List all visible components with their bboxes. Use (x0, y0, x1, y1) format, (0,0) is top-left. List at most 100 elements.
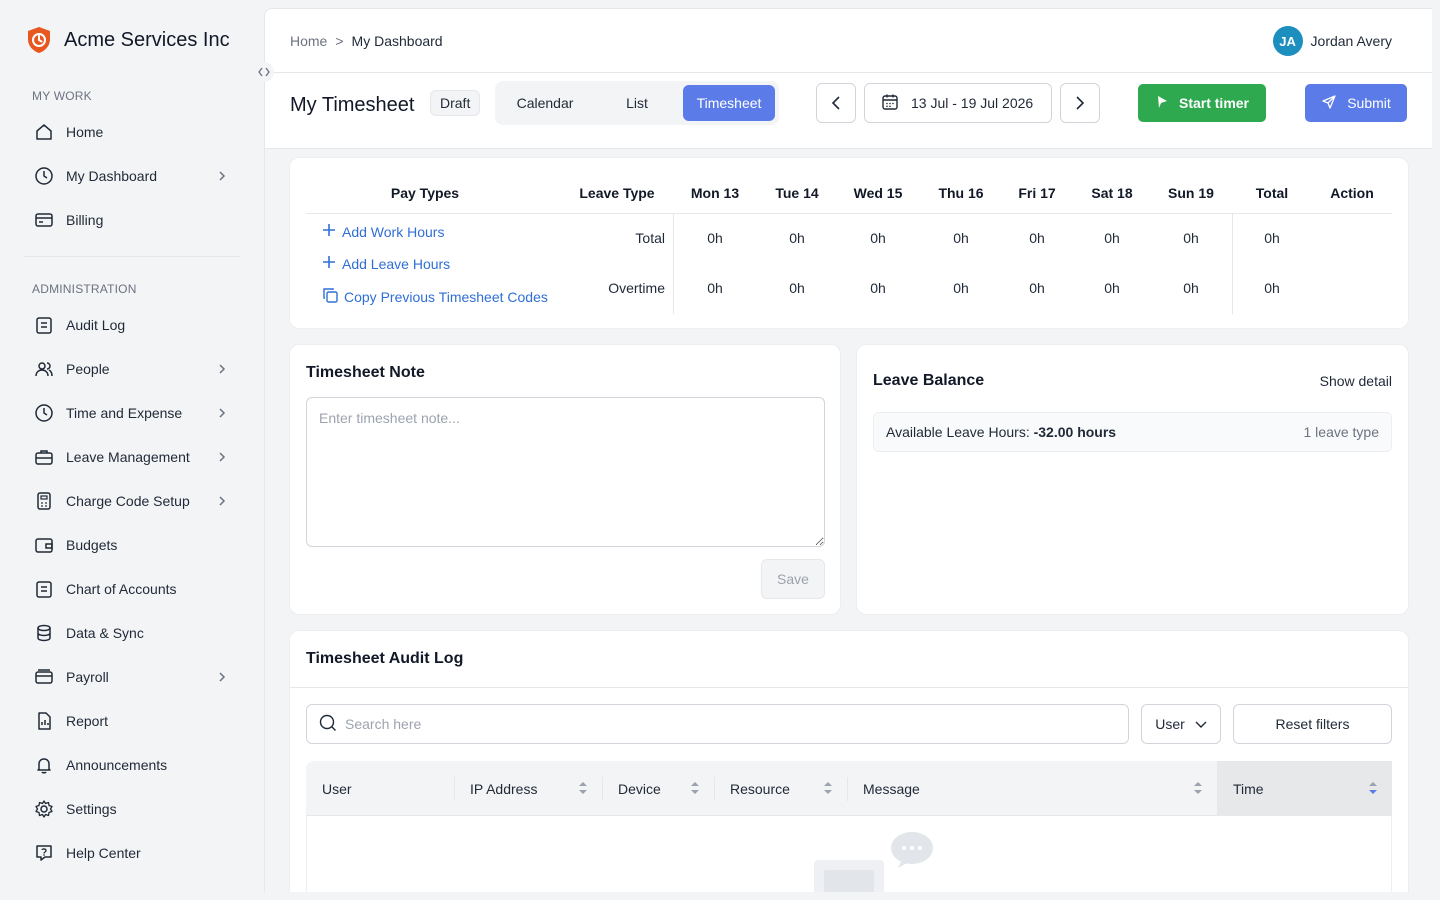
collapse-toggle-icon[interactable] (254, 62, 274, 82)
hours-cell[interactable]: 0h (1082, 280, 1142, 296)
add-work-hours-link[interactable]: Add Work Hours (322, 223, 444, 240)
chevron-right-icon (212, 359, 232, 379)
start-timer-button[interactable]: Start timer (1138, 84, 1266, 122)
add-leave-hours-link[interactable]: Add Leave Hours (322, 255, 450, 272)
avatar: JA (1272, 26, 1303, 56)
hours-cell[interactable]: 0h (1007, 280, 1067, 296)
plus-icon (322, 223, 336, 240)
sort-icon[interactable] (823, 781, 833, 798)
help-icon (34, 843, 54, 863)
hours-cell[interactable]: 0h (848, 230, 908, 246)
sidebar-item-announcements[interactable]: Announcements (24, 745, 240, 785)
sidebar-item-budgets[interactable]: Budgets (24, 525, 240, 565)
sidebar-item-people[interactable]: People (24, 349, 240, 389)
column-label: IP Address (470, 780, 538, 797)
search-input[interactable] (345, 716, 1105, 732)
hours-cell[interactable]: 0h (685, 280, 745, 296)
section-title-my-work: MY WORK (32, 89, 92, 103)
column-device[interactable]: Device (602, 761, 714, 816)
hours-cell[interactable]: 0h (931, 230, 991, 246)
wallet-icon (34, 535, 54, 555)
sort-icon[interactable] (578, 781, 588, 798)
save-note-button[interactable]: Save (761, 559, 825, 599)
sort-icon[interactable] (1368, 781, 1378, 798)
user-menu[interactable]: JA Jordan Avery (1272, 26, 1392, 56)
page-title: My Timesheet (290, 94, 415, 116)
sidebar-item-time-and-expense[interactable]: Time and Expense (24, 393, 240, 433)
audit-table-body (306, 816, 1392, 892)
brand[interactable]: Acme Services Inc (26, 26, 230, 54)
audit-divider (290, 687, 1408, 688)
date-range-picker[interactable]: 13 Jul - 19 Jul 2026 (864, 83, 1052, 123)
billing-icon (34, 210, 54, 230)
header-day: Wed 15 (853, 185, 903, 201)
submit-button[interactable]: Submit (1305, 84, 1407, 122)
sidebar: Acme Services Inc MY WORK Home My Dashbo… (0, 0, 274, 900)
column-user[interactable]: User (306, 761, 454, 816)
timesheet-toolbar: My Timesheet Draft Calendar List Timeshe… (265, 73, 1432, 149)
breadcrumb-separator: > (335, 33, 344, 49)
sort-icon[interactable] (1193, 781, 1203, 798)
shield-logo-icon (26, 26, 52, 54)
breadcrumb-current: My Dashboard (351, 33, 443, 49)
column-time[interactable]: Time (1217, 761, 1392, 816)
next-week-button[interactable] (1060, 83, 1100, 123)
sidebar-item-label: Leave Management (66, 449, 190, 465)
header-divider (306, 213, 1392, 214)
report-icon (34, 711, 54, 731)
sidebar-item-charge-code-setup[interactable]: Charge Code Setup (24, 481, 240, 521)
show-detail-link[interactable]: Show detail (1320, 373, 1392, 389)
sidebar-item-chart-of-accounts[interactable]: Chart of Accounts (24, 569, 240, 609)
sidebar-item-audit-log[interactable]: Audit Log (24, 305, 240, 345)
hours-cell[interactable]: 0h (685, 230, 745, 246)
audit-table-header: User IP Address Device Resource Message (306, 761, 1392, 816)
user-filter-label: User (1155, 716, 1185, 732)
hours-cell[interactable]: 0h (1007, 230, 1067, 246)
plus-icon (322, 255, 336, 272)
clipboard-icon (34, 579, 54, 599)
hours-cell[interactable]: 0h (767, 280, 827, 296)
sidebar-item-billing[interactable]: Billing (24, 200, 240, 240)
payroll-icon (34, 667, 54, 687)
hours-cell[interactable]: 0h (1161, 230, 1221, 246)
sidebar-item-label: Payroll (66, 669, 109, 685)
sort-icon[interactable] (690, 781, 700, 798)
sidebar-item-my-dashboard[interactable]: My Dashboard (24, 156, 240, 196)
timesheet-note-input[interactable] (306, 397, 825, 547)
column-message[interactable]: Message (847, 761, 1217, 816)
hours-cell[interactable]: 0h (848, 280, 908, 296)
tab-list[interactable]: List (591, 85, 683, 121)
column-resource[interactable]: Resource (714, 761, 847, 816)
copy-previous-codes-link[interactable]: Copy Previous Timesheet Codes (322, 287, 548, 306)
column-ip-address[interactable]: IP Address (454, 761, 602, 816)
breadcrumb-home[interactable]: Home (290, 33, 327, 49)
total-cell: 0h (1264, 230, 1280, 246)
header-action: Action (1330, 185, 1374, 201)
breadcrumb: Home > My Dashboard (290, 33, 443, 49)
row-label-overtime: Overtime (608, 280, 665, 296)
clock-icon (34, 166, 54, 186)
tab-timesheet[interactable]: Timesheet (683, 85, 775, 121)
previous-week-button[interactable] (816, 83, 856, 123)
user-filter-select[interactable]: User (1141, 704, 1221, 744)
available-leave-value: -32.00 hours (1033, 424, 1117, 440)
hours-cell[interactable]: 0h (767, 230, 827, 246)
briefcase-icon (34, 447, 54, 467)
sidebar-item-leave-management[interactable]: Leave Management (24, 437, 240, 477)
database-icon (34, 623, 54, 643)
audit-search[interactable] (306, 704, 1129, 744)
hours-cell[interactable]: 0h (1161, 280, 1221, 296)
hours-cell[interactable]: 0h (931, 280, 991, 296)
submit-label: Submit (1347, 95, 1391, 111)
reset-filters-button[interactable]: Reset filters (1233, 704, 1392, 744)
total-cell: 0h (1264, 280, 1280, 296)
sidebar-item-payroll[interactable]: Payroll (24, 657, 240, 697)
sidebar-item-help-center[interactable]: Help Center (24, 833, 240, 873)
sidebar-item-data-sync[interactable]: Data & Sync (24, 613, 240, 653)
hours-cell[interactable]: 0h (1082, 230, 1142, 246)
sidebar-item-home[interactable]: Home (24, 112, 240, 152)
chevron-right-icon (212, 491, 232, 511)
tab-calendar[interactable]: Calendar (499, 85, 591, 121)
sidebar-item-report[interactable]: Report (24, 701, 240, 741)
sidebar-item-settings[interactable]: Settings (24, 789, 240, 829)
